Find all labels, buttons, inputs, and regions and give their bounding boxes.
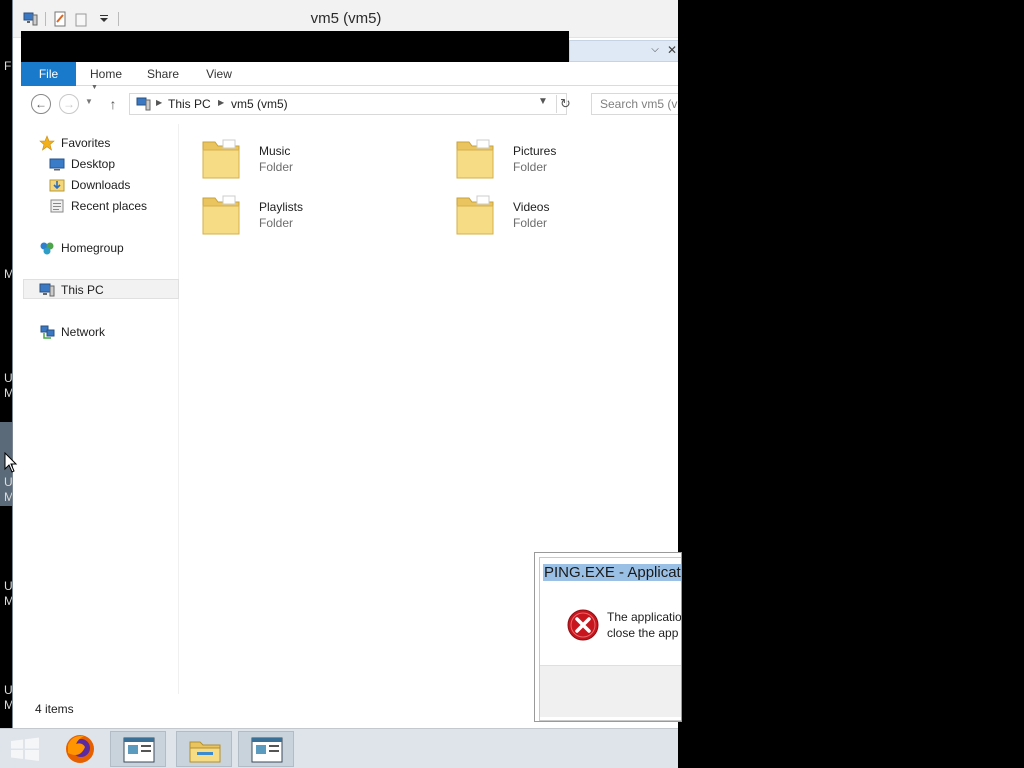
dialog-footer xyxy=(540,665,681,717)
navigation-pane: Favorites Desktop Downloads Recent place… xyxy=(21,124,179,694)
folder-item[interactable]: Pictures Folder xyxy=(455,130,678,180)
taskbar-firefox[interactable] xyxy=(52,731,108,767)
folder-type: Folder xyxy=(513,216,548,230)
address-bar[interactable]: ▶ This PC ▶ vm5 (vm5) ▼ ↻ xyxy=(129,93,571,115)
nav-item-label: This PC xyxy=(61,283,104,297)
dialog-message-line: close the app xyxy=(607,626,679,640)
folder-item[interactable]: Music Folder xyxy=(201,130,431,180)
desktop-icon-label[interactable]: F xyxy=(4,58,11,74)
star-icon xyxy=(39,135,55,151)
folder-icon xyxy=(456,139,494,179)
this-pc-icon xyxy=(136,97,151,111)
nav-item-label: Network xyxy=(61,325,106,339)
ribbon-strip xyxy=(569,40,678,62)
ribbon-tabs: File Home Share View xyxy=(21,62,678,86)
nav-item-label: Homegroup xyxy=(61,241,124,255)
recent-places-icon xyxy=(50,199,64,213)
taskbar xyxy=(0,728,678,768)
desktop: F M U M U M U M U M vm5 (vm5) ⌵ ✕ File H… xyxy=(0,0,1024,768)
forward-button[interactable]: → xyxy=(59,94,79,114)
breadcrumb-this-pc[interactable]: This PC xyxy=(168,97,211,111)
network-icon xyxy=(40,325,55,339)
folder-icon xyxy=(202,195,240,235)
app-window-icon xyxy=(123,737,155,763)
nav-item-label: Favorites xyxy=(61,136,111,150)
taskbar-window-2[interactable] xyxy=(238,731,294,767)
error-dialog[interactable]: PING.EXE - Application Error The applica… xyxy=(534,552,682,722)
folder-icon xyxy=(456,195,494,235)
downloads-icon xyxy=(49,179,65,192)
nav-item-label: Recent places xyxy=(71,199,148,213)
divider xyxy=(556,95,557,113)
firefox-icon xyxy=(66,735,94,763)
dialog-title[interactable]: PING.EXE - Application Error xyxy=(543,562,681,584)
desktop-icon xyxy=(49,158,65,171)
mouse-cursor-icon xyxy=(4,452,18,473)
folder-item[interactable]: Videos Folder xyxy=(455,186,678,236)
this-pc-icon xyxy=(39,283,55,297)
start-button[interactable] xyxy=(0,731,50,767)
folder-type: Folder xyxy=(259,216,294,230)
dialog-title-text: PING.EXE - Application Error xyxy=(543,564,681,581)
tab-view[interactable]: View xyxy=(199,62,239,86)
close-icon[interactable]: ✕ xyxy=(667,43,678,57)
file-explorer-icon xyxy=(189,741,221,763)
up-button[interactable]: ↑ xyxy=(105,94,121,114)
breadcrumb-vm5[interactable]: vm5 (vm5) xyxy=(231,97,288,111)
app-window-icon xyxy=(251,737,283,763)
dialog-message-line: The application xyxy=(607,610,682,624)
tab-file[interactable]: File xyxy=(21,62,76,86)
chevron-down-icon[interactable]: ▼ xyxy=(538,96,548,107)
folder-name: Videos xyxy=(513,200,550,214)
taskbar-window-1[interactable] xyxy=(110,731,166,767)
breadcrumb-chevron-icon[interactable]: ▶ xyxy=(156,98,162,107)
nav-item-label: Downloads xyxy=(71,178,131,192)
tab-home[interactable]: Home xyxy=(83,62,129,86)
navigation-bar: ← → ▼ ↑ ▶ This PC ▶ vm5 (vm5) ▼ ↻ Search… xyxy=(21,90,678,118)
window-title: vm5 (vm5) xyxy=(310,10,382,27)
back-button[interactable]: ← xyxy=(31,94,51,114)
nav-item-label: Desktop xyxy=(71,157,116,171)
tab-share[interactable]: Share xyxy=(141,62,185,86)
taskbar-file-explorer[interactable] xyxy=(176,731,232,767)
folder-icon xyxy=(202,139,240,179)
breadcrumb-chevron-icon[interactable]: ▶ xyxy=(218,98,224,107)
homegroup-icon xyxy=(40,242,54,255)
folder-item[interactable]: Playlists Folder xyxy=(201,186,431,236)
search-input[interactable]: Search vm5 (vm5) xyxy=(591,93,678,115)
recent-locations-icon[interactable]: ▼ xyxy=(85,97,93,106)
ribbon-expand-icon[interactable]: ⌵ xyxy=(649,44,661,56)
dialog-message: The application close the app xyxy=(607,609,682,641)
folder-name: Pictures xyxy=(513,144,557,158)
error-icon xyxy=(567,609,599,641)
folder-name: Music xyxy=(259,144,291,158)
folder-type: Folder xyxy=(513,160,548,174)
redacted-region xyxy=(21,31,569,62)
refresh-icon[interactable]: ↻ xyxy=(560,96,571,112)
windows-logo-icon xyxy=(11,737,39,761)
folder-name: Playlists xyxy=(259,200,304,214)
folder-type: Folder xyxy=(259,160,294,174)
